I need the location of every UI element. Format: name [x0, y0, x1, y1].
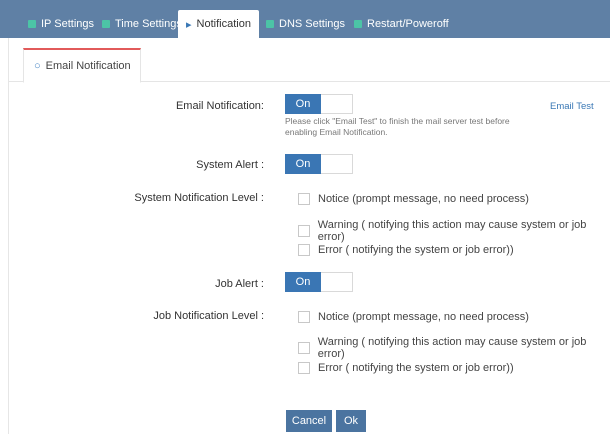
system-notification-level-label: System Notification Level :	[134, 192, 264, 204]
job-level-option-notice[interactable]: Notice (prompt message, no need process)	[298, 311, 529, 323]
top-navigation-bar: IP Settings Time Settings ▸ Notification…	[0, 0, 610, 38]
dns-icon	[266, 20, 274, 28]
job-level-option-error[interactable]: Error ( notifying the system or job erro…	[298, 362, 514, 374]
tab-label: DNS Settings	[279, 18, 346, 30]
email-icon: ○	[34, 60, 41, 72]
checkbox[interactable]	[298, 342, 310, 354]
job-level-option-warning[interactable]: Warning ( notifying this action may caus…	[298, 336, 610, 360]
job-alert-toggle[interactable]: On	[285, 272, 353, 292]
tab-restart-poweroff[interactable]: Restart/Poweroff	[346, 10, 457, 38]
toggle-on-label: On	[285, 154, 321, 174]
option-label: Warning ( notifying this action may caus…	[317, 336, 587, 360]
toggle-on-label: On	[285, 272, 321, 292]
system-alert-toggle[interactable]: On	[285, 154, 353, 174]
system-level-option-error[interactable]: Error ( notifying the system or job erro…	[298, 244, 514, 256]
checkbox[interactable]	[298, 225, 310, 237]
option-label: Warning ( notifying this action may caus…	[317, 219, 587, 243]
checkbox[interactable]	[298, 311, 310, 323]
job-alert-label: Job Alert :	[215, 278, 264, 290]
clock-icon	[102, 20, 110, 28]
system-level-option-warning[interactable]: Warning ( notifying this action may caus…	[298, 219, 610, 243]
toggle-on-label: On	[285, 94, 321, 114]
tab-label: Restart/Poweroff	[367, 18, 449, 30]
tab-ip-settings[interactable]: IP Settings	[20, 10, 102, 38]
subtab-email-notification[interactable]: ○ Email Notification	[23, 48, 141, 83]
power-icon	[354, 20, 362, 28]
checkbox[interactable]	[298, 362, 310, 374]
system-alert-label: System Alert :	[196, 159, 264, 171]
tab-notification[interactable]: ▸ Notification	[178, 10, 259, 38]
ok-button[interactable]: Ok	[336, 410, 366, 432]
option-label: Error ( notifying the system or job erro…	[318, 244, 514, 256]
checkbox[interactable]	[298, 193, 310, 205]
network-icon	[28, 20, 36, 28]
option-label: Error ( notifying the system or job erro…	[318, 362, 514, 374]
subtab-bar: ○ Email Notification	[9, 48, 610, 83]
email-notification-label: Email Notification:	[175, 100, 264, 112]
tab-time-settings[interactable]: Time Settings	[94, 10, 190, 38]
email-test-hint: Please click "Email Test" to finish the …	[285, 116, 510, 137]
system-level-option-notice[interactable]: Notice (prompt message, no need process)	[298, 193, 529, 205]
email-notification-toggle[interactable]: On	[285, 94, 353, 114]
cancel-button[interactable]: Cancel	[286, 410, 332, 432]
megaphone-icon: ▸	[186, 18, 192, 31]
job-notification-level-label: Job Notification Level :	[153, 310, 264, 322]
tab-label: IP Settings	[41, 18, 94, 30]
tab-label: Time Settings	[115, 18, 182, 30]
tab-dns-settings[interactable]: DNS Settings	[258, 10, 353, 38]
subtab-label: Email Notification	[45, 60, 131, 72]
option-label: Notice (prompt message, no need process)	[318, 311, 529, 323]
email-test-link[interactable]: Email Test	[550, 101, 594, 112]
checkbox[interactable]	[298, 244, 310, 256]
option-label: Notice (prompt message, no need process)	[318, 193, 529, 205]
tab-label: Notification	[196, 18, 251, 30]
